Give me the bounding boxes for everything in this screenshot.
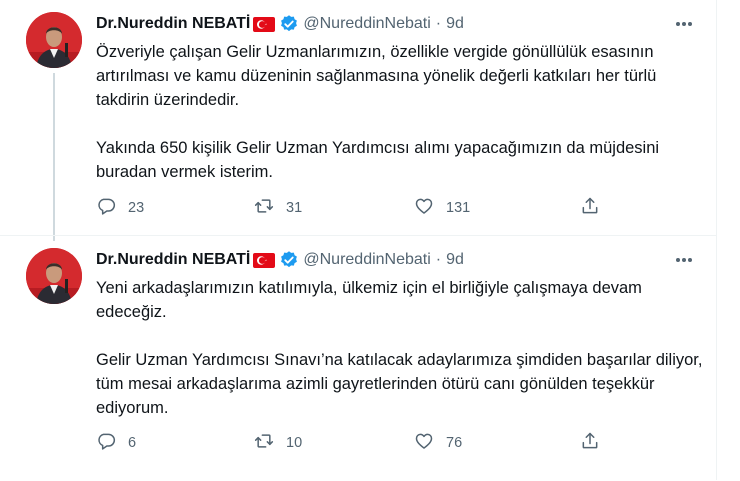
turkey-flag-icon [253, 16, 276, 32]
tweet-header: Dr.Nureddin NEBATİ @NureddinNebati · 9d [96, 249, 464, 271]
like-button[interactable]: 131 [414, 196, 470, 220]
separator-dot: · [435, 15, 442, 32]
verified-badge-icon [279, 250, 299, 270]
tweet-paragraph: Özveriyle çalışan Gelir Uzmanlarımızın, … [96, 43, 657, 109]
reply-icon [96, 431, 116, 455]
tweet-paragraph: Yakında 650 kişilik Gelir Uzman Yardımcı… [96, 139, 660, 181]
share-button[interactable] [580, 196, 600, 220]
retweet-count: 10 [286, 435, 303, 451]
reply-icon [96, 196, 116, 220]
author-handle[interactable]: @NureddinNebati [303, 251, 430, 269]
share-button[interactable] [580, 431, 600, 455]
like-icon [414, 431, 434, 455]
more-icon[interactable] [672, 13, 696, 35]
tweet-header: Dr.Nureddin NEBATİ @NureddinNebati · 9d [96, 13, 464, 35]
reply-count: 6 [128, 435, 137, 451]
reply-count: 23 [128, 200, 145, 216]
author-name[interactable]: Dr.Nureddin NEBATİ [96, 15, 250, 33]
reply-button[interactable]: 6 [96, 431, 136, 455]
tweet-paragraph: Yeni arkadaşlarımızın katılımıyla, ülkem… [96, 279, 642, 321]
timeline: Dr.Nureddin NEBATİ @NureddinNebati · 9d [0, 0, 717, 480]
avatar[interactable] [26, 12, 82, 68]
retweet-icon [254, 431, 274, 455]
turkey-flag-icon [253, 252, 276, 268]
author-handle[interactable]: @NureddinNebati [303, 15, 430, 33]
share-icon [580, 431, 600, 455]
thread-connector-line [53, 73, 55, 241]
like-button[interactable]: 76 [414, 431, 462, 455]
like-count: 131 [446, 200, 471, 216]
like-icon [414, 196, 434, 220]
separator-dot: · [435, 251, 442, 268]
avatar[interactable] [26, 248, 82, 304]
tweet-actions: 6 10 76 [96, 431, 616, 455]
verified-badge-icon [279, 14, 299, 34]
author-name[interactable]: Dr.Nureddin NEBATİ [96, 251, 250, 269]
reply-button[interactable]: 23 [96, 196, 144, 220]
tweet[interactable]: Dr.Nureddin NEBATİ @NureddinNebati · 9d [0, 0, 716, 241]
tweet-text: Yeni arkadaşlarımızın katılımıyla, ülkem… [96, 276, 706, 420]
retweet-button[interactable]: 10 [254, 431, 302, 455]
tweet-paragraph: Gelir Uzman Yardımcısı Sınavı’na katılac… [96, 351, 703, 417]
tweet-actions: 23 31 131 [96, 196, 616, 220]
tweet-timestamp[interactable]: 9d [446, 15, 464, 33]
more-icon[interactable] [672, 249, 696, 271]
tweet-text: Özveriyle çalışan Gelir Uzmanlarımızın, … [96, 40, 706, 184]
tweet-timestamp[interactable]: 9d [446, 251, 464, 269]
tweet[interactable]: Dr.Nureddin NEBATİ @NureddinNebati · 9d [0, 235, 716, 481]
retweet-count: 31 [286, 200, 303, 216]
share-icon [580, 196, 600, 220]
like-count: 76 [446, 435, 463, 451]
retweet-button[interactable]: 31 [254, 196, 302, 220]
retweet-icon [254, 196, 274, 220]
